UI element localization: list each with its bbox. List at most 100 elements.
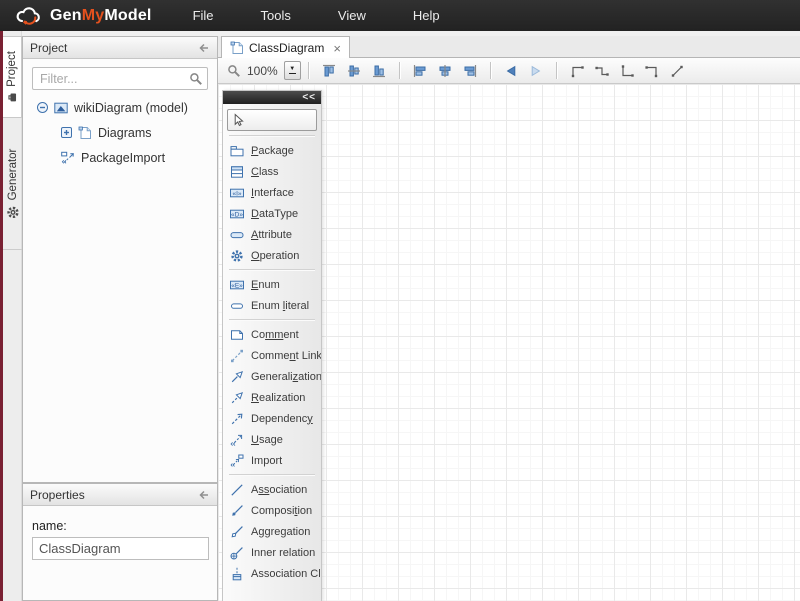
align-center-button[interactable] (433, 61, 458, 81)
palette-item-association-cl[interactable]: Association Cl... (223, 563, 321, 584)
palette-item-class[interactable]: Class (223, 161, 321, 182)
palette-item-dependency[interactable]: Dependency (223, 408, 321, 429)
menu-tools[interactable]: Tools (261, 8, 291, 23)
align-middle-icon (347, 64, 361, 78)
sidebar-tab-project[interactable]: Project (3, 36, 22, 118)
tab-classdiagram[interactable]: ClassDiagram × (221, 36, 350, 59)
align-left-button[interactable] (408, 61, 433, 81)
tree-item-label: Diagrams (98, 126, 152, 140)
palette-item-association[interactable]: Association (223, 479, 321, 500)
package-import-icon (61, 151, 75, 165)
inner-relation-icon (230, 546, 244, 560)
menu-file[interactable]: File (193, 8, 214, 23)
datatype-icon: «D» (230, 207, 244, 221)
filter-wrap (32, 67, 208, 90)
align-right-button[interactable] (458, 61, 483, 81)
palette-item-import[interactable]: Import (223, 450, 321, 471)
palette-item-enum-literal[interactable]: Enum literal (223, 295, 321, 316)
comment-link-icon (230, 349, 244, 363)
palette-separator (229, 269, 315, 271)
palette-item-composition[interactable]: Composition (223, 500, 321, 521)
app-logo[interactable]: GenMyModel (13, 6, 152, 26)
tree-item-wikidiagram-model[interactable]: wikiDiagram (model) (23, 95, 217, 120)
palette-item-attribute[interactable]: Attribute (223, 224, 321, 245)
route-down-right-button[interactable] (615, 61, 640, 81)
palette-item-aggregation[interactable]: Aggregation (223, 521, 321, 542)
palette-item-inner-relation[interactable]: Inner relation (223, 542, 321, 563)
align-center-icon (438, 64, 452, 78)
route-right-down-button[interactable] (640, 61, 665, 81)
palette-collapse-button[interactable]: << (302, 92, 316, 103)
zoom-combo: 100% ▼ (227, 61, 301, 80)
align-middle-button[interactable] (342, 61, 367, 81)
align-bottom-button[interactable] (367, 61, 392, 81)
collapse-left-icon[interactable] (196, 41, 210, 55)
palette-item-generalization[interactable]: Generalization (223, 366, 321, 387)
tab-close-icon[interactable]: × (333, 41, 341, 56)
palette-item-datatype[interactable]: «D» DataType (223, 203, 321, 224)
palette-item-label: Inner relation (251, 547, 315, 559)
palette-header: << (223, 91, 321, 104)
route-up-right-button[interactable] (565, 61, 590, 81)
menu-help[interactable]: Help (413, 8, 440, 23)
route-oblique-button[interactable] (665, 61, 690, 81)
toolbar-separator (556, 62, 558, 79)
zoom-dropdown-button[interactable]: ▼ (284, 61, 301, 80)
palette-items: PackageClass «I» Interface «D» DataType Attri… (223, 135, 321, 584)
palette-item-enum[interactable]: «E»Enum (223, 274, 321, 295)
align-top-button[interactable] (317, 61, 342, 81)
palette-item-label: Dependency (251, 413, 313, 425)
palette-item-interface[interactable]: «I» Interface (223, 182, 321, 203)
association-icon (230, 483, 244, 497)
palette-item-label: Enum (251, 279, 280, 291)
composition-icon (230, 504, 244, 518)
sidebar-tab-label: Generator (7, 148, 19, 200)
name-field[interactable] (32, 537, 209, 560)
palette-item-comment-link[interactable]: Comment Link (223, 345, 321, 366)
sidebar-tab-label: Project (6, 51, 18, 87)
editor-tabbar: ClassDiagram × (218, 36, 800, 58)
tab-label: ClassDiagram (249, 41, 324, 55)
side-tab-strip: Project Generator (3, 31, 22, 601)
svg-text:«I»: «I» (232, 190, 241, 197)
menu-view[interactable]: View (338, 8, 366, 23)
minus-expander-icon[interactable] (37, 102, 48, 113)
palette-item-package[interactable]: Package (223, 140, 321, 161)
selection-tool[interactable] (227, 109, 317, 131)
tree-item-packageimport[interactable]: PackageImport (23, 145, 217, 170)
enum-literal-icon (230, 299, 244, 313)
palette-item-label: DataType (251, 208, 298, 220)
palette-item-comment[interactable]: Comment (223, 324, 321, 345)
collapse-left-icon[interactable] (196, 488, 210, 502)
palette-item-label: Aggregation (251, 526, 310, 538)
menubar: File Tools View Help (193, 8, 440, 23)
flip-horizontal-icon (504, 64, 518, 78)
sidebar-tab-generator[interactable]: Generator (3, 118, 22, 250)
palette-item-label: Enum literal (251, 300, 309, 312)
palette-item-label: Interface (251, 187, 294, 199)
palette-item-operation[interactable]: Operation (223, 245, 321, 266)
tree-item-diagrams[interactable]: Diagrams (23, 120, 217, 145)
cursor-icon (231, 113, 245, 127)
route-down-right-icon (620, 64, 634, 78)
palette-item-label: Comment Link (251, 350, 321, 362)
app-title: GenMyModel (50, 7, 152, 25)
align-left-icon (413, 64, 427, 78)
palette-item-label: Usage (251, 434, 283, 446)
route-step-icon (595, 64, 609, 78)
palette-item-realization[interactable]: Realization (223, 387, 321, 408)
project-tab-icon (7, 92, 18, 103)
operation-icon (230, 249, 244, 263)
route-step-button[interactable] (590, 61, 615, 81)
project-panel: Project wikiDiagram (model)DiagramsPacka… (22, 36, 218, 483)
tree-item-label: PackageImport (81, 151, 165, 165)
palette-item-usage[interactable]: Usage (223, 429, 321, 450)
plus-expander-icon[interactable] (61, 127, 72, 138)
flip-horizontal-button[interactable] (499, 61, 524, 81)
realization-icon (230, 391, 244, 405)
filter-input[interactable] (32, 67, 208, 90)
usage-icon (230, 433, 244, 447)
flip-vertical-button[interactable] (524, 61, 549, 81)
model-icon (54, 101, 68, 115)
palette-item-label: Composition (251, 505, 312, 517)
